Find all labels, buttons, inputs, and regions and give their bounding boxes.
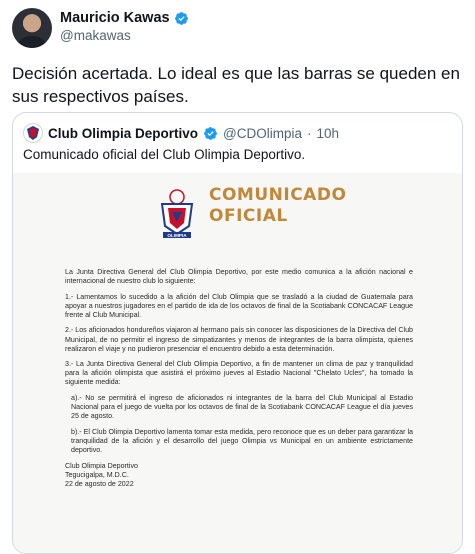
verified-badge-icon [174, 11, 188, 25]
crest-text: OLIMPIA [167, 233, 187, 238]
olimpia-logo-icon [27, 126, 39, 140]
doc-paragraph: La Junta Directiva General del Club Olim… [65, 268, 413, 286]
quoted-timestamp[interactable]: 10h [316, 126, 339, 141]
doc-paragraph: 2.- Los aficionados hondureños viajaron … [65, 326, 413, 353]
author-avatar[interactable] [12, 8, 52, 48]
doc-signature: Club Olimpia Deportivo Tegucigalpa, M.D.… [65, 462, 413, 489]
quoted-tweet-header: Club Olimpia Deportivo @CDOlimpia · 10h [23, 123, 339, 143]
tweet-text: Decisión acertada. Lo ideal es que las b… [12, 64, 460, 106]
author-block: Mauricio Kawas @makawas [60, 10, 189, 43]
doc-paragraph: a).- No se permitirá el ingreso de afici… [71, 394, 413, 421]
quoted-author-handle[interactable]: @CDOlimpia [223, 126, 302, 141]
quoted-tweet-text: Comunicado oficial del Club Olimpia Depo… [23, 147, 306, 162]
author-handle[interactable]: @makawas [60, 28, 189, 43]
author-name-row: Mauricio Kawas [60, 10, 189, 26]
tweet: Mauricio Kawas @makawas Decisión acertad… [0, 0, 475, 554]
doc-title-line1: COMUNICADO [209, 185, 347, 205]
doc-paragraph: b).- El Club Olimpia Deportivo lamenta t… [71, 427, 413, 454]
doc-body: La Junta Directiva General del Club Olim… [65, 268, 413, 489]
signature-line: 22 de agosto de 2022 [65, 479, 134, 488]
olimpia-crest-logo: OLIMPIA [160, 189, 194, 238]
quoted-media-image[interactable]: OLIMPIA COMUNICADO OFICIAL La Junta Dire… [13, 173, 462, 553]
signature-line: Club Olimpia Deportivo [65, 461, 138, 470]
doc-title: COMUNICADO OFICIAL [209, 185, 346, 227]
quoted-verified-badge-icon [204, 126, 217, 140]
doc-paragraph: 3.- La Junta Directiva General del Club … [65, 360, 413, 387]
doc-paragraph: 1.- Lamentamos lo sucedido a la afición … [65, 292, 413, 319]
doc-title-line2: OFICIAL [209, 206, 288, 226]
quoted-tweet[interactable]: Club Olimpia Deportivo @CDOlimpia · 10h … [12, 112, 463, 554]
quoted-author-avatar[interactable] [23, 123, 43, 143]
quoted-author-name[interactable]: Club Olimpia Deportivo [48, 126, 198, 141]
author-name[interactable]: Mauricio Kawas [60, 10, 170, 26]
quoted-separator: · [306, 125, 312, 141]
signature-line: Tegucigalpa, M.D.C. [65, 470, 129, 479]
